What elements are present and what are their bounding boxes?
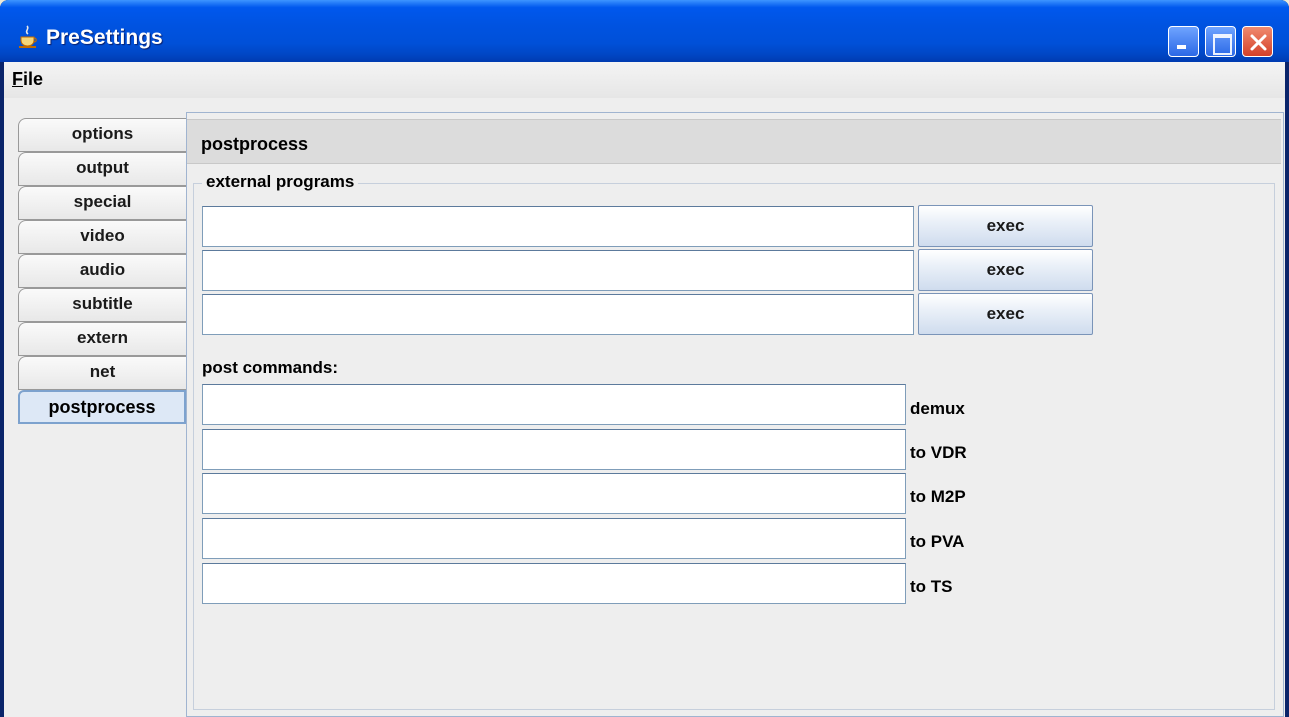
tab-audio[interactable]: audio	[18, 254, 186, 288]
vertical-tab-list: options output special video audio subti…	[18, 118, 186, 424]
menu-file-mnemonic: F	[12, 69, 23, 89]
tab-video[interactable]: video	[18, 220, 186, 254]
tab-output[interactable]: output	[18, 152, 186, 186]
external-programs-group: external programs exec exec exec post co…	[193, 172, 1275, 710]
external-program-field-3[interactable]	[202, 294, 914, 335]
exec-button-1[interactable]: exec	[918, 205, 1093, 247]
java-cup-icon	[19, 25, 37, 48]
post-command-demux-label: demux	[910, 399, 965, 418]
exec-button-2[interactable]: exec	[918, 249, 1093, 291]
tab-extern[interactable]: extern	[18, 322, 186, 356]
tab-subtitle[interactable]: subtitle	[18, 288, 186, 322]
external-programs-legend: external programs	[202, 172, 359, 192]
tab-options[interactable]: options	[18, 118, 186, 152]
post-command-m2p-field[interactable]	[202, 473, 906, 514]
post-command-demux-field[interactable]	[202, 384, 906, 425]
post-command-ts-label: to TS	[910, 577, 953, 596]
external-program-field-1[interactable]	[202, 206, 914, 247]
window-client-area: File options output special video audio …	[4, 62, 1285, 717]
panel-header: postprocess	[187, 119, 1281, 164]
presettings-window: PreSettings File options output special …	[0, 0, 1289, 717]
post-command-vdr-field[interactable]	[202, 429, 906, 470]
title-bar[interactable]: PreSettings	[0, 0, 1289, 62]
close-icon	[1250, 34, 1267, 51]
tab-net[interactable]: net	[18, 356, 186, 390]
external-program-field-2[interactable]	[202, 250, 914, 291]
menu-bar: File	[4, 62, 1285, 98]
post-command-m2p-label: to M2P	[910, 487, 966, 506]
post-command-pva-field[interactable]	[202, 518, 906, 559]
post-command-ts-field[interactable]	[202, 563, 906, 604]
tab-special[interactable]: special	[18, 186, 186, 220]
panel-title: postprocess	[201, 134, 309, 154]
maximize-button[interactable]	[1205, 26, 1236, 57]
window-title: PreSettings	[46, 26, 163, 49]
tab-postprocess[interactable]: postprocess	[18, 390, 186, 424]
close-button[interactable]	[1242, 26, 1273, 57]
postprocess-panel: postprocess external programs exec exec …	[186, 112, 1284, 717]
menu-file[interactable]: File	[12, 69, 43, 90]
post-command-vdr-label: to VDR	[910, 443, 967, 462]
post-commands-label: post commands:	[202, 358, 339, 377]
post-command-pva-label: to PVA	[910, 532, 965, 551]
menu-file-rest: ile	[23, 69, 44, 89]
minimize-button[interactable]	[1168, 26, 1199, 57]
exec-button-3[interactable]: exec	[918, 293, 1093, 335]
